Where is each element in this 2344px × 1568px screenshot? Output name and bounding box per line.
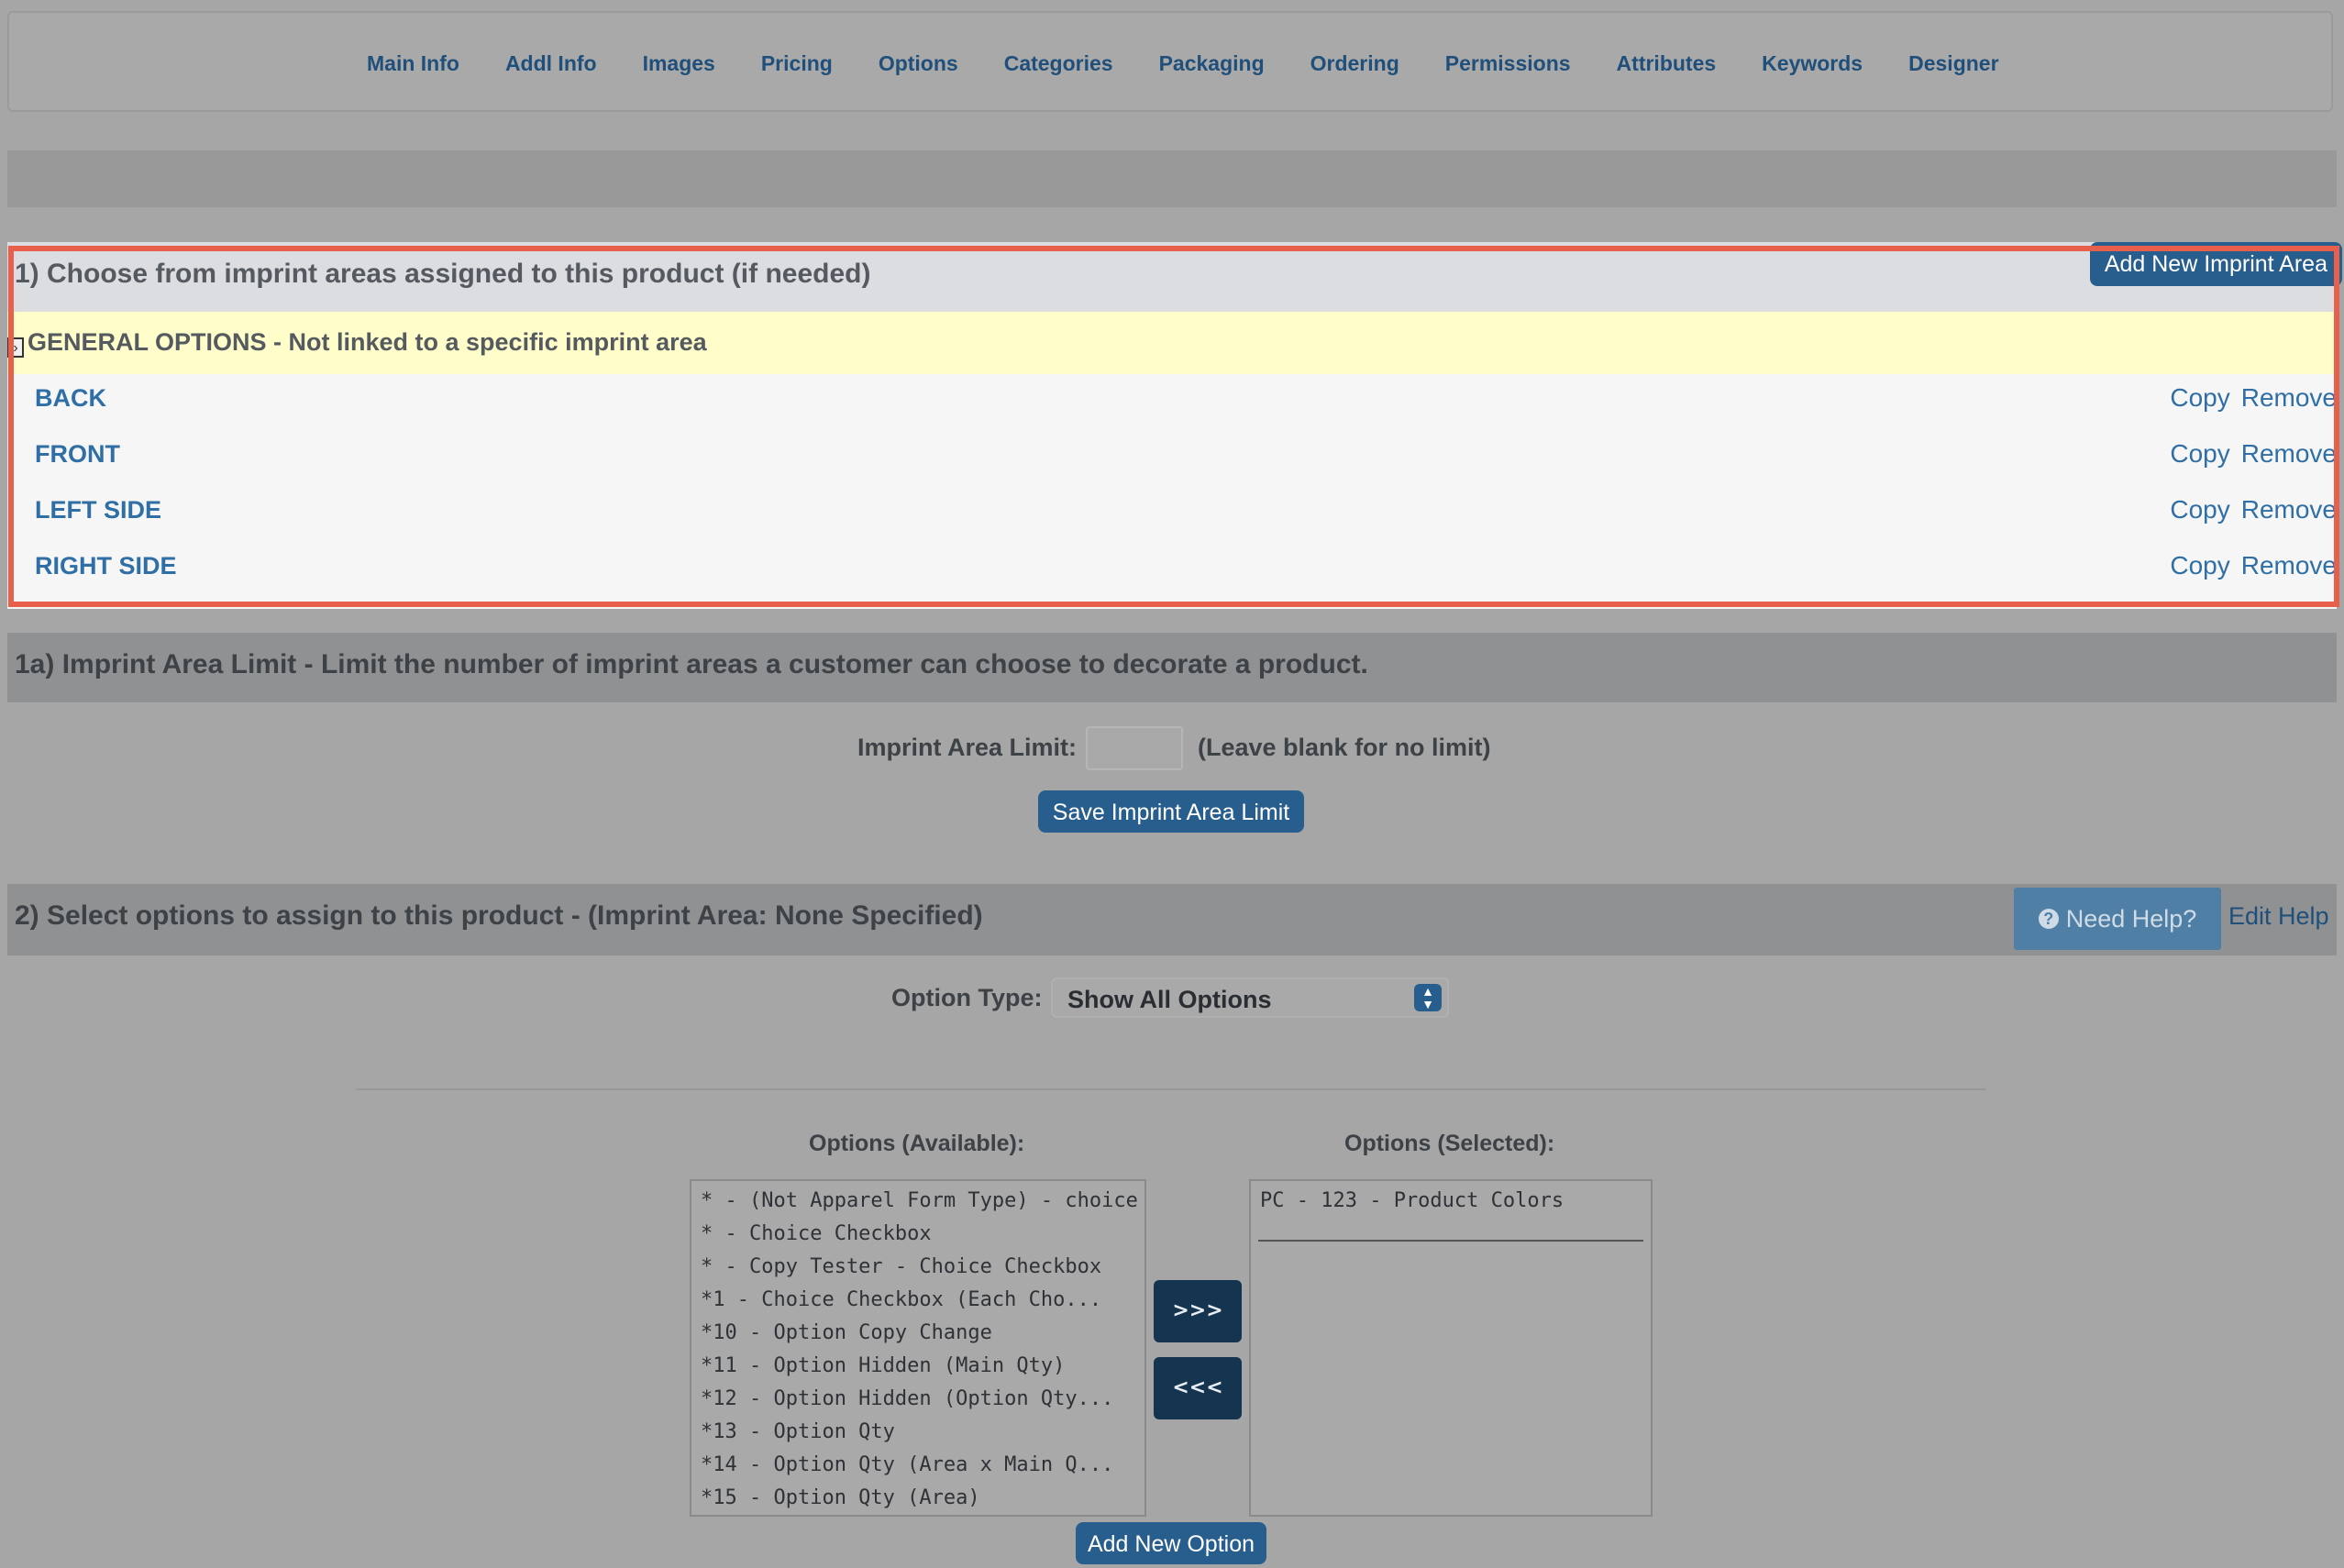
list-item[interactable]: PC - 123 - Product Colors bbox=[1251, 1185, 1651, 1218]
imprint-area-link[interactable]: BACK bbox=[35, 370, 106, 425]
imprint-area-row-left-side: LEFT SIDE Copy Remove bbox=[7, 482, 2337, 537]
edit-help-link[interactable]: Edit Help bbox=[2228, 902, 2329, 931]
remove-link[interactable]: Remove bbox=[2241, 495, 2337, 524]
move-right-button[interactable]: >>> bbox=[1154, 1280, 1242, 1342]
tab-bar: Main Info Addl Info Images Pricing Optio… bbox=[7, 11, 2333, 112]
selected-options-list[interactable]: PC - 123 - Product Colors bbox=[1249, 1179, 1653, 1517]
section-title: 2) Select options to assign to this prod… bbox=[15, 900, 983, 931]
question-icon: ? bbox=[2038, 908, 2059, 929]
add-imprint-area-button[interactable]: Add New Imprint Area bbox=[2089, 242, 2342, 286]
list-item[interactable]: *11 - Option Hidden (Main Qty) bbox=[691, 1350, 1144, 1383]
imprint-areas-header: 1) Choose from imprint areas assigned to… bbox=[7, 242, 2342, 312]
imprint-area-link[interactable]: LEFT SIDE bbox=[35, 482, 161, 537]
move-left-button[interactable]: <<< bbox=[1154, 1357, 1242, 1419]
list-item[interactable]: * - Copy Tester - Choice Checkbox bbox=[691, 1251, 1144, 1284]
divider bbox=[356, 1088, 1986, 1090]
select-arrows-icon: ▲ ▼ bbox=[1414, 984, 1442, 1011]
section-title: 1a) Imprint Area Limit - Limit the numbe… bbox=[15, 649, 1368, 679]
need-help-label: Need Help? bbox=[2065, 905, 2197, 933]
copy-link[interactable]: Copy bbox=[2170, 383, 2229, 412]
general-options-label[interactable]: GENERAL OPTIONS - Not linked to a specif… bbox=[28, 328, 707, 357]
list-item[interactable]: *1 - Choice Checkbox (Each Cho... bbox=[691, 1284, 1144, 1317]
tab-attributes[interactable]: Attributes bbox=[1617, 51, 1717, 76]
tabs: Main Info Addl Info Images Pricing Optio… bbox=[367, 13, 2045, 114]
option-type-label: Option Type: bbox=[891, 984, 1043, 1011]
tab-pricing[interactable]: Pricing bbox=[761, 51, 833, 76]
list-item[interactable]: * - Choice Checkbox bbox=[691, 1218, 1144, 1251]
tab-main-info[interactable]: Main Info bbox=[367, 51, 459, 76]
need-help-button[interactable]: ? Need Help? bbox=[2014, 888, 2221, 950]
limit-hint: (Leave blank for no limit) bbox=[1198, 734, 1491, 761]
list-item[interactable]: *15 - Option Qty (Area) bbox=[691, 1482, 1144, 1515]
tab-ordering[interactable]: Ordering bbox=[1310, 51, 1399, 76]
expand-icon[interactable]: › bbox=[7, 337, 24, 358]
imprint-area-row-front: FRONT Copy Remove bbox=[7, 426, 2337, 481]
imprint-area-limit-label: Imprint Area Limit: bbox=[857, 734, 1078, 761]
imprint-area-limit-input[interactable] bbox=[1086, 726, 1183, 770]
option-type-select[interactable]: Show All Options ▲ ▼ bbox=[1051, 977, 1449, 1018]
section-title: 1) Choose from imprint areas assigned to… bbox=[15, 259, 871, 289]
message-strip bbox=[7, 150, 2337, 207]
tab-keywords[interactable]: Keywords bbox=[1762, 51, 1863, 76]
remove-link[interactable]: Remove bbox=[2241, 383, 2337, 412]
tab-addl-info[interactable]: Addl Info bbox=[505, 51, 597, 76]
tab-options[interactable]: Options bbox=[879, 51, 958, 76]
available-options-list[interactable]: * - (Not Apparel Form Type) - choice qty… bbox=[690, 1179, 1146, 1517]
list-item[interactable]: *12 - Option Hidden (Option Qty... bbox=[691, 1383, 1144, 1416]
imprint-area-row-right-side: RIGHT SIDE Copy Remove bbox=[7, 538, 2337, 593]
copy-link[interactable]: Copy bbox=[2170, 439, 2229, 468]
imprint-area-link[interactable]: FRONT bbox=[35, 426, 120, 481]
available-options-label: Options (Available): bbox=[809, 1131, 1025, 1156]
copy-link[interactable]: Copy bbox=[2170, 551, 2229, 580]
copy-link[interactable]: Copy bbox=[2170, 495, 2229, 524]
imprint-area-row-back: BACK Copy Remove bbox=[7, 370, 2337, 425]
tab-packaging[interactable]: Packaging bbox=[1159, 51, 1265, 76]
tab-images[interactable]: Images bbox=[643, 51, 715, 76]
remove-link[interactable]: Remove bbox=[2241, 439, 2337, 468]
option-type-value: Show All Options bbox=[1067, 986, 1272, 1013]
imprint-areas-section: 1) Choose from imprint areas assigned to… bbox=[7, 242, 2342, 609]
selected-options-label: Options (Selected): bbox=[1344, 1131, 1555, 1156]
select-options-header: 2) Select options to assign to this prod… bbox=[7, 884, 2337, 955]
list-item[interactable]: *10 - Option Copy Change bbox=[691, 1317, 1144, 1350]
save-imprint-area-limit-button[interactable]: Save Imprint Area Limit bbox=[1038, 790, 1304, 833]
item-separator bbox=[1258, 1240, 1643, 1242]
tab-categories[interactable]: Categories bbox=[1004, 51, 1113, 76]
list-item[interactable]: * - (Not Apparel Form Type) - choice qty bbox=[691, 1185, 1144, 1218]
imprint-limit-header: 1a) Imprint Area Limit - Limit the numbe… bbox=[7, 633, 2337, 702]
list-item[interactable]: *13 - Option Qty bbox=[691, 1416, 1144, 1449]
add-new-option-button[interactable]: Add New Option bbox=[1076, 1522, 1266, 1564]
list-item[interactable]: *14 - Option Qty (Area x Main Q... bbox=[691, 1449, 1144, 1482]
remove-link[interactable]: Remove bbox=[2241, 551, 2337, 580]
tab-permissions[interactable]: Permissions bbox=[1445, 51, 1571, 76]
imprint-area-link[interactable]: RIGHT SIDE bbox=[35, 538, 177, 593]
tab-designer[interactable]: Designer bbox=[1908, 51, 1998, 76]
